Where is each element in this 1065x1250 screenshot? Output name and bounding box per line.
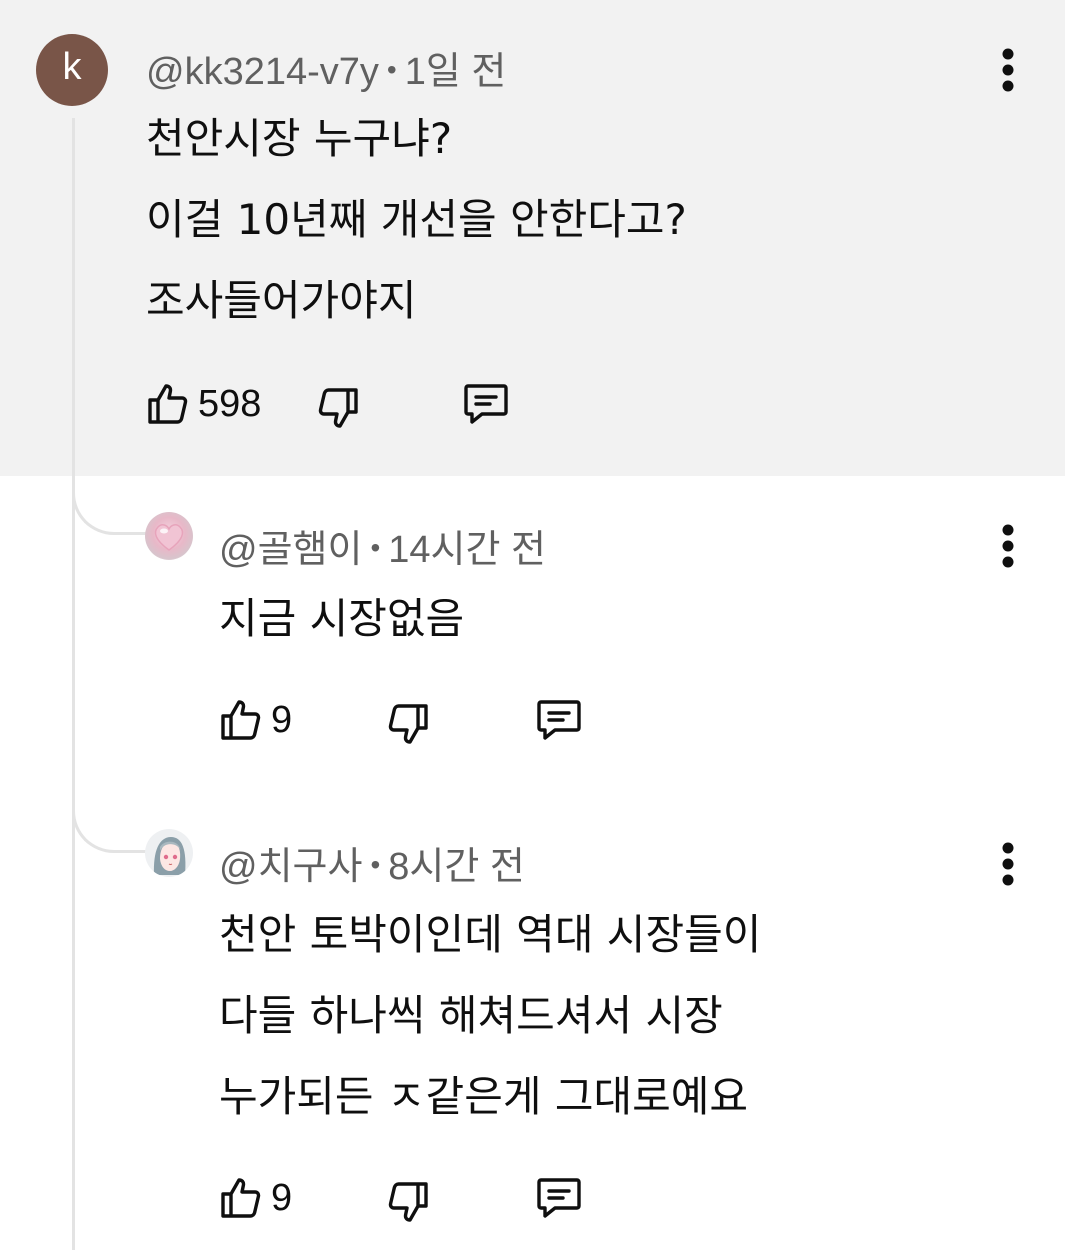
like-button[interactable]: 598 <box>144 380 261 428</box>
like-count: 9 <box>271 698 293 741</box>
thread-connector <box>72 790 155 853</box>
comment-text: 지금 시장없음 <box>219 578 464 659</box>
reply-button[interactable] <box>460 380 512 428</box>
thumbs-up-icon <box>221 700 261 740</box>
thumbs-up-icon <box>221 1178 261 1218</box>
like-count: 598 <box>198 382 262 425</box>
separator-dot: • <box>386 54 397 85</box>
comment-author[interactable]: @골햄이 <box>219 529 362 571</box>
comment-text-line: 지금 시장없음 <box>219 594 465 643</box>
separator-dot: • <box>370 532 381 563</box>
anime-avatar-icon <box>153 837 186 875</box>
comment-text-line: 이걸 10년째 개선을 안한다고? <box>146 195 687 244</box>
comment-header: @kk3214-v7y • 1일 전 <box>146 40 506 95</box>
comment-time: 1일 전 <box>404 51 507 93</box>
comment-text-line: 천안시장 누구냐? <box>146 114 453 163</box>
comment-header: @골햄이 • 14시간 전 <box>219 518 546 573</box>
reply-icon <box>537 1178 581 1218</box>
reply-button[interactable] <box>533 696 585 744</box>
reply-button[interactable] <box>533 1174 585 1222</box>
comment-time: 14시간 전 <box>388 529 546 571</box>
comment-text-line: 천안 토박이인데 역대 시장들이 <box>219 910 762 959</box>
dislike-button[interactable] <box>314 384 362 432</box>
comment-text-line: 누가되든 ㅈ같은게 그대로예요 <box>219 1072 749 1121</box>
separator-dot: • <box>370 849 381 880</box>
more-vert-icon[interactable] <box>988 516 1028 576</box>
avatar[interactable] <box>145 512 193 560</box>
like-button[interactable]: 9 <box>217 1174 292 1222</box>
more-vert-icon[interactable] <box>988 834 1028 894</box>
comment-text-line: 조사들어가야지 <box>146 276 417 325</box>
comment-text: 천안 토박이인데 역대 시장들이 다들 하나씩 해쳐드셔서 시장 누가되든 ㅈ같… <box>219 894 761 1137</box>
reply-icon <box>464 384 508 424</box>
like-button[interactable]: 9 <box>217 696 292 744</box>
thumbs-up-icon <box>148 384 188 424</box>
dislike-button[interactable] <box>384 1178 432 1226</box>
reply-icon <box>537 700 581 740</box>
thread-line <box>72 118 75 1250</box>
comment-time: 8시간 전 <box>388 846 525 888</box>
comment-author[interactable]: @치구사 <box>219 846 362 888</box>
avatar[interactable]: k <box>36 34 108 106</box>
more-vert-icon[interactable] <box>988 40 1028 100</box>
avatar-letter: k <box>62 46 82 88</box>
thumbs-down-icon <box>388 1182 428 1222</box>
thumbs-down-icon <box>388 704 428 744</box>
like-count: 9 <box>271 1176 293 1219</box>
comment-text: 천안시장 누구냐? 이걸 10년째 개선을 안한다고? 조사들어가야지 <box>146 98 687 341</box>
comment-header: @치구사 • 8시간 전 <box>219 835 525 890</box>
heart-avatar-icon <box>154 524 184 551</box>
avatar[interactable] <box>145 829 193 877</box>
dislike-button[interactable] <box>384 700 432 748</box>
comment-text-line: 다들 하나씩 해쳐드셔서 시장 <box>219 991 723 1040</box>
thread-connector <box>72 472 155 535</box>
comment-author[interactable]: @kk3214-v7y <box>146 51 379 93</box>
thumbs-down-icon <box>318 388 358 428</box>
